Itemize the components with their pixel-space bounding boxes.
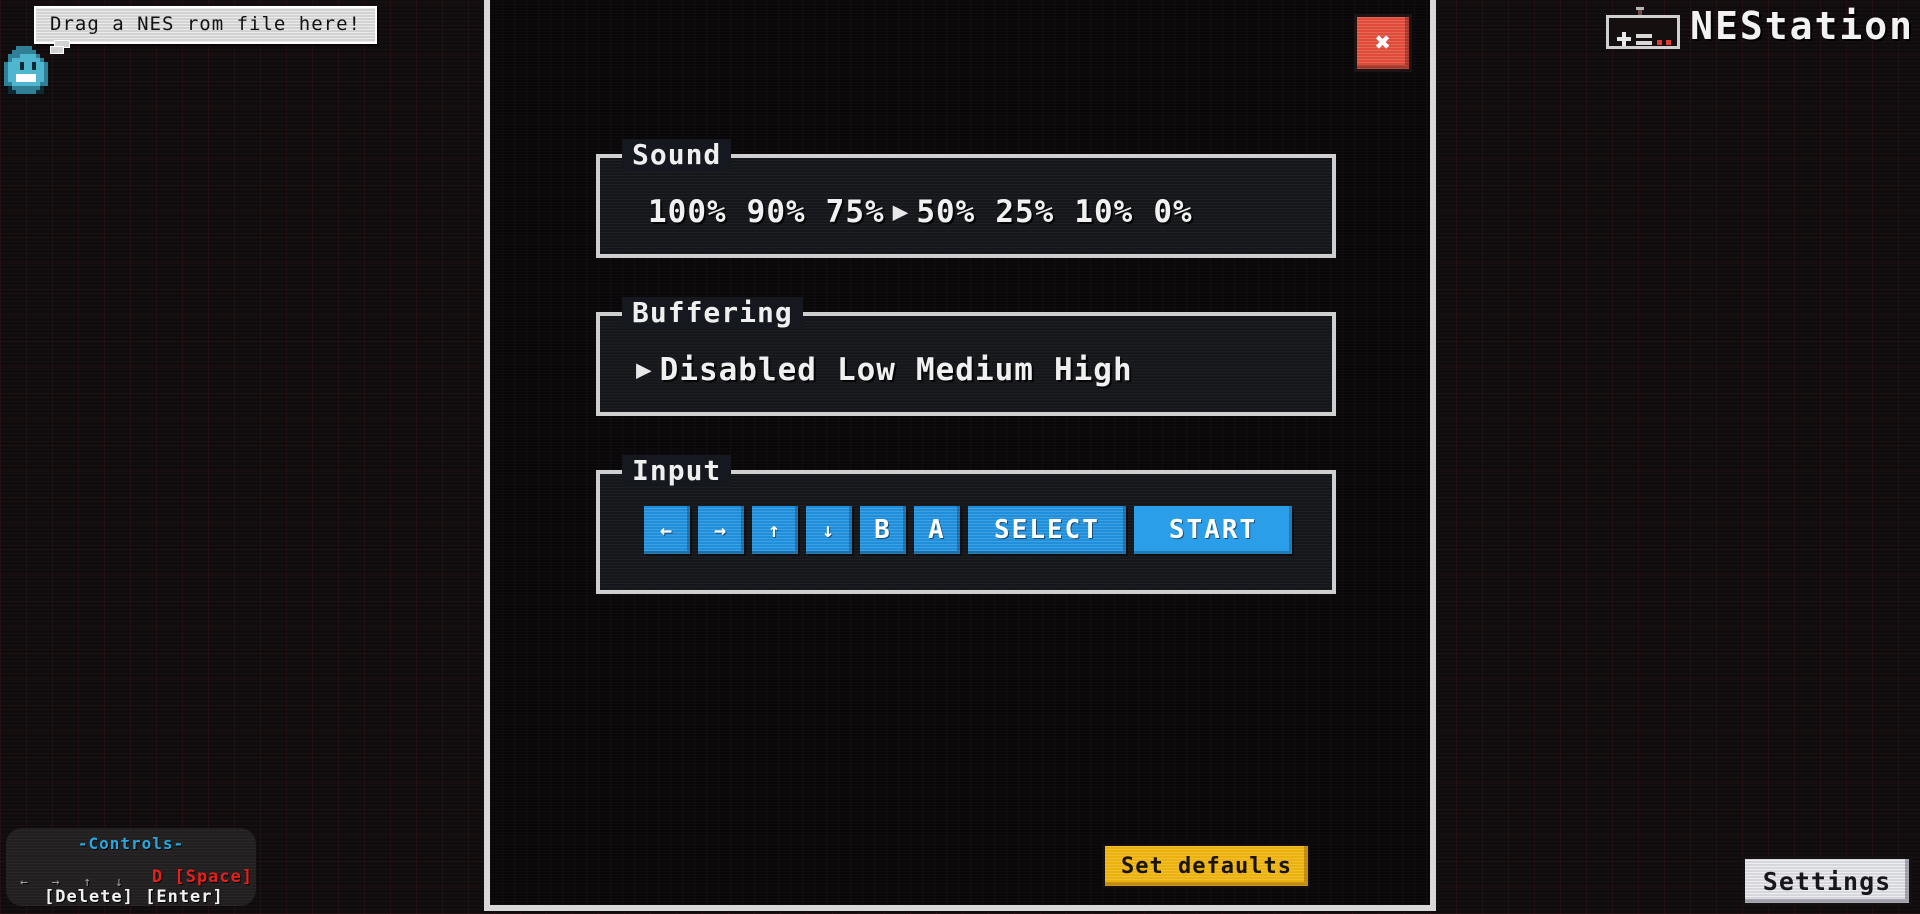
buffering-group-legend: Buffering: [622, 297, 803, 329]
buffering-option[interactable]: High: [1044, 352, 1143, 388]
settings-button[interactable]: Settings: [1742, 856, 1912, 906]
controls-panel-title: -Controls-: [77, 834, 185, 853]
app-root: Drag a NES rom file here! NEStation ✖ So…: [0, 0, 1920, 914]
controls-panel-body: ← → ↑ ↓ D [Space] [Delete] [Enter]: [6, 861, 256, 909]
sound-option[interactable]: 90%: [737, 194, 816, 230]
blob-mascot-icon: [4, 46, 48, 94]
bubble-tail: [50, 40, 70, 56]
controls-system-keys: [Delete] [Enter]: [44, 887, 224, 907]
settings-modal: ✖ Sound 100% 90% 75% ▶ 50% 25% 10% 0% Buffering…: [484, 0, 1436, 911]
sound-group-legend: Sound: [622, 139, 732, 171]
set-defaults-button[interactable]: Set defaults: [1103, 844, 1310, 888]
input-key-select[interactable]: SELECT: [968, 506, 1126, 554]
brand-name: NEStation: [1690, 4, 1914, 48]
sound-group: Sound 100% 90% 75% ▶ 50% 25% 10% 0%: [596, 139, 1336, 258]
sound-option[interactable]: 25%: [985, 194, 1064, 230]
nes-controller-icon: [1606, 7, 1681, 49]
buffering-option[interactable]: Disabled: [650, 352, 827, 388]
controls-panel: -Controls- ← → ↑ ↓ D [Space] [Delete] [E…: [6, 828, 256, 909]
sound-option[interactable]: 50%: [906, 194, 985, 230]
drop-hint-text: Drag a NES rom file here!: [50, 13, 361, 35]
drop-hint-bubble: Drag a NES rom file here!: [34, 6, 377, 44]
sound-option[interactable]: 75%: [816, 194, 895, 230]
close-icon[interactable]: ✖: [1354, 14, 1412, 72]
sound-option[interactable]: 0%: [1143, 194, 1202, 230]
sound-option[interactable]: 100%: [638, 194, 737, 230]
input-key-up[interactable]: ↑: [752, 506, 798, 554]
controls-action-keys: D [Space]: [152, 867, 254, 887]
input-key-left[interactable]: ←: [644, 506, 690, 554]
buffering-option[interactable]: Low: [827, 352, 906, 388]
input-key-down[interactable]: ↓: [806, 506, 852, 554]
input-key-right[interactable]: →: [698, 506, 744, 554]
input-key-b[interactable]: B: [860, 506, 906, 554]
input-key-a[interactable]: A: [914, 506, 960, 554]
input-group-legend: Input: [622, 455, 732, 487]
input-key-start[interactable]: START: [1134, 506, 1292, 554]
sound-option[interactable]: 10%: [1064, 194, 1143, 230]
input-group: Input ← → ↑ ↓ B A SELECT START: [596, 455, 1336, 594]
buffering-group: Buffering ▶ Disabled Low Medium High: [596, 297, 1336, 416]
brand: NEStation: [1606, 4, 1914, 49]
buffering-option[interactable]: Medium: [906, 352, 1044, 388]
